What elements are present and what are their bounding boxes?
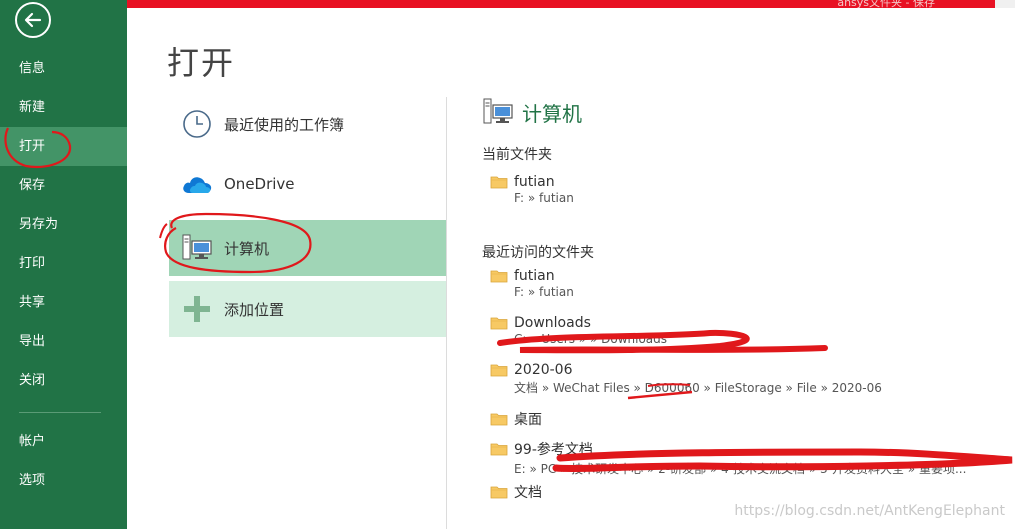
folder-icon [490, 413, 508, 426]
window-title: ansys文件夹 - 保存 [837, 0, 935, 9]
right-pane-header: 计算机 [482, 97, 582, 127]
current-folder-heading: 当前文件夹 [482, 147, 552, 163]
sidebar-item-save-as[interactable]: 另存为 [0, 205, 127, 244]
current-folder-item[interactable]: futian F: » futian [490, 174, 574, 205]
folder-path: E: » PC » 技术研发中心 » 2-研发部 » 4-技术交流文档 » 3-… [514, 462, 967, 476]
sidebar-item-label: 打开 [19, 139, 46, 154]
folder-path: F: » futian [514, 285, 574, 299]
sidebar-item-save[interactable]: 保存 [0, 166, 127, 205]
location-computer[interactable]: 计算机 [169, 220, 446, 276]
location-onedrive[interactable]: OneDrive [169, 156, 446, 212]
pane-divider [446, 97, 447, 529]
location-label: 添加位置 [224, 300, 285, 319]
folder-icon [490, 176, 508, 189]
folder-icon [490, 317, 508, 330]
folder-name: Downloads [514, 315, 591, 331]
plus-icon [183, 296, 210, 322]
recent-folder-item[interactable]: futian F: » futian [490, 268, 574, 299]
sidebar-item-label: 导出 [19, 334, 46, 349]
sidebar-item-label: 帐户 [19, 434, 46, 449]
computer-icon [483, 98, 513, 124]
sidebar-item-label: 新建 [19, 100, 46, 115]
backstage-sidebar: 信息 新建 打开 保存 另存为 打印 共享 导出 关闭 帐户 选项 [0, 0, 127, 529]
location-recent-workbooks[interactable]: 最近使用的工作簿 [169, 96, 446, 152]
recent-folders-heading: 最近访问的文件夹 [482, 245, 594, 261]
sidebar-item-options[interactable]: 选项 [0, 461, 127, 500]
window-controls[interactable] [995, 0, 1015, 8]
onedrive-cloud-icon [182, 177, 211, 193]
recent-folder-item[interactable]: 桌面 [490, 409, 542, 429]
recent-folder-item[interactable]: 文档 [490, 482, 542, 502]
folder-path: F: » futian [514, 191, 574, 205]
computer-icon [182, 234, 212, 260]
location-label: 最近使用的工作簿 [224, 115, 345, 134]
sidebar-item-label: 信息 [19, 61, 46, 76]
folder-name: 文档 [514, 485, 542, 501]
folder-icon [490, 486, 508, 499]
location-label: 计算机 [224, 239, 270, 258]
folder-icon [490, 270, 508, 283]
sidebar-item-new[interactable]: 新建 [0, 88, 127, 127]
sidebar-item-label: 关闭 [19, 373, 46, 388]
page-title: 打开 [167, 44, 236, 82]
sidebar-item-print[interactable]: 打印 [0, 244, 127, 283]
recent-folder-item[interactable]: Downloads C: » Users » » Downloads [490, 315, 667, 346]
folder-name: 2020-06 [514, 362, 573, 378]
folder-name: futian [514, 174, 555, 190]
sidebar-item-label: 打印 [19, 256, 46, 271]
folder-path: 文档 » WeChat Files » D600060 » FileStorag… [514, 381, 882, 395]
clock-icon [182, 110, 211, 138]
back-button[interactable] [15, 2, 51, 38]
excel-backstage-window: ansys文件夹 - 保存 信息 新建 打开 保存 另存为 打印 共享 导出 关… [0, 0, 1015, 529]
sidebar-divider [19, 412, 101, 413]
sidebar-item-share[interactable]: 共享 [0, 283, 127, 322]
sidebar-item-label: 保存 [19, 178, 46, 193]
watermark: https://blog.csdn.net/AntKengElephant [734, 503, 1005, 519]
sidebar-item-label: 选项 [19, 473, 46, 488]
sidebar-item-label: 另存为 [19, 217, 59, 232]
location-label: OneDrive [224, 175, 295, 193]
sidebar-item-close[interactable]: 关闭 [0, 361, 127, 400]
folder-name: 桌面 [514, 412, 542, 428]
sidebar-item-info[interactable]: 信息 [0, 49, 127, 88]
right-pane-title: 计算机 [522, 101, 582, 126]
sidebar-item-open[interactable]: 打开 [0, 127, 127, 166]
folder-path: C: » Users » » Downloads [514, 332, 668, 346]
back-arrow-icon [24, 12, 42, 28]
sidebar-item-account[interactable]: 帐户 [0, 422, 127, 461]
title-bar: ansys文件夹 - 保存 [127, 0, 1015, 9]
recent-folder-item[interactable]: 99-参考文档 E: » PC » 技术研发中心 » 2-研发部 » 4-技术交… [490, 439, 966, 477]
folder-name: 99-参考文档 [514, 442, 593, 458]
folder-icon [490, 443, 508, 456]
folder-name: futian [514, 268, 555, 284]
recent-folder-item[interactable]: 2020-06 文档 » WeChat Files » D600060 » Fi… [490, 362, 882, 396]
location-add-place[interactable]: 添加位置 [169, 281, 446, 337]
sidebar-item-label: 共享 [19, 295, 46, 310]
sidebar-item-export[interactable]: 导出 [0, 322, 127, 361]
folder-icon [490, 364, 508, 377]
